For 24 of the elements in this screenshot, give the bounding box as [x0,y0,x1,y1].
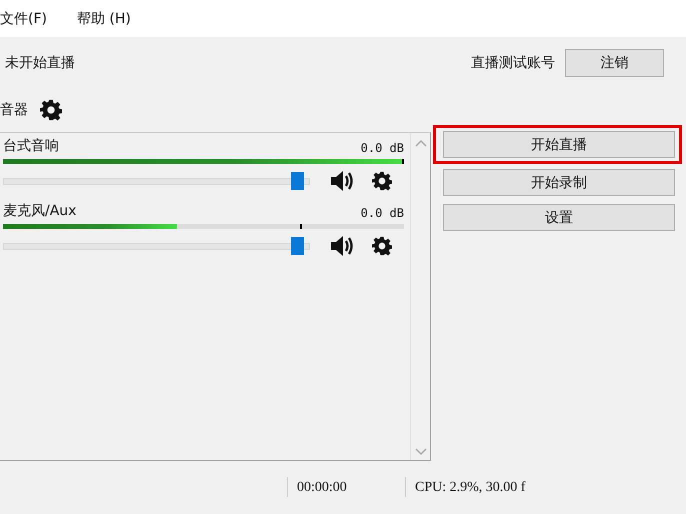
action-button[interactable]: 开始录制 [443,169,675,196]
channel-name: 台式音响 [3,137,59,156]
volume-reading: 0.0 dB [360,205,404,222]
logout-button[interactable]: 注销 [565,49,664,77]
stream-status: 未开始直播 [5,54,75,72]
settings-icon[interactable] [40,99,62,121]
mixer-title: 音器 [0,100,28,120]
action-button[interactable]: 开始直播 [443,131,675,158]
menu-item[interactable]: 文件(F) [0,12,47,26]
volume-slider[interactable] [3,172,310,190]
slider-thumb[interactable] [291,172,304,190]
slider-thumb[interactable] [291,237,304,255]
settings-icon[interactable] [372,236,392,256]
volume-slider[interactable] [3,237,310,255]
scroll-down-icon[interactable] [414,448,426,456]
volume-reading: 0.0 dB [360,140,404,157]
channel-name: 麦克风/Aux [3,202,76,221]
settings-icon[interactable] [372,171,392,191]
performance-stats: CPU: 2.9%, 30.00 f [415,478,526,496]
action-button[interactable]: 设置 [443,204,675,231]
stream-time: 00:00:00 [297,478,347,496]
account-name: 直播测试账号 [471,54,555,72]
scroll-up-icon[interactable] [414,139,426,147]
menu-item[interactable]: 帮助 (H) [76,12,131,26]
